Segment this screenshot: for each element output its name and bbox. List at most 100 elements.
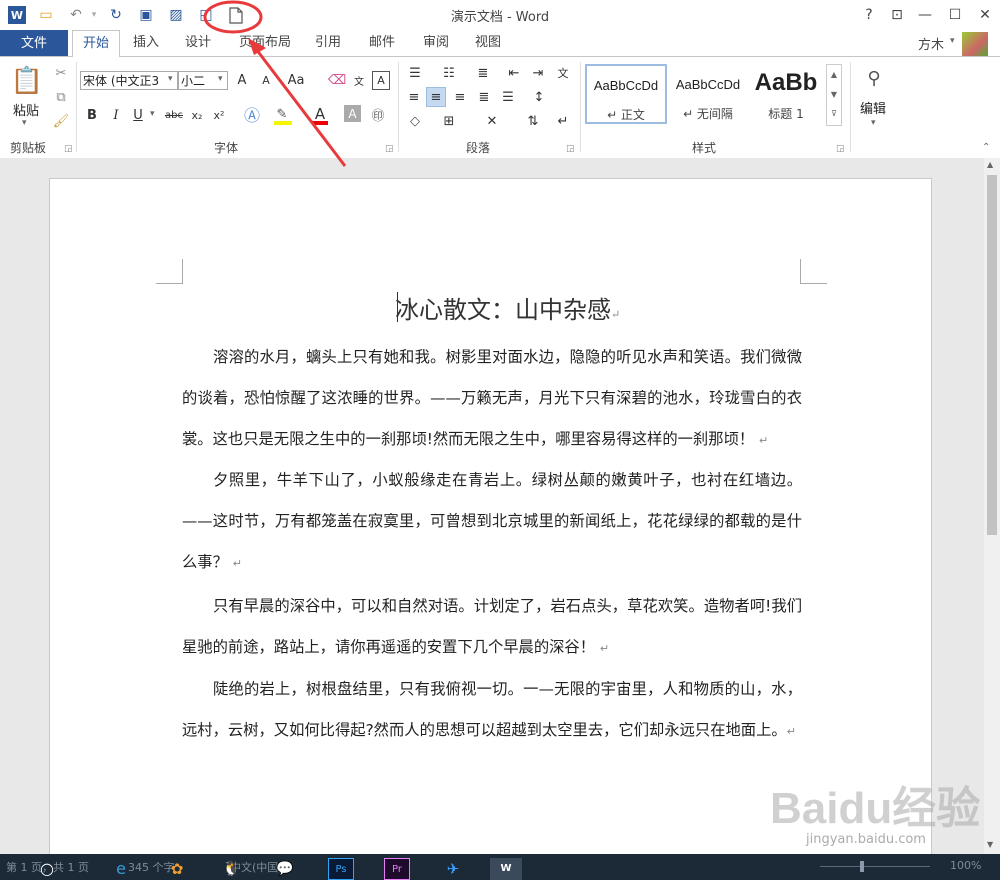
format-painter-icon[interactable]: 🖌 [52,112,70,130]
feishu-icon[interactable]: ✈ [440,858,466,880]
undo-icon[interactable]: ↶ [66,6,86,24]
underline-dropdown-icon[interactable]: ▾ [150,109,155,119]
cut-icon[interactable]: ✂ [52,64,70,82]
superscript-button[interactable]: x² [210,106,228,124]
new-document-icon[interactable] [226,6,246,24]
align-center-icon[interactable]: ≡ [426,87,446,107]
save-as-icon[interactable]: ▨ [166,6,186,24]
sort-icon[interactable]: ⇅ [524,112,542,130]
asian-typography-icon[interactable]: ✕ [480,112,504,130]
enclose-characters-icon[interactable]: ㊞ [368,104,388,124]
print-preview-icon[interactable]: ◱ [196,6,216,24]
paste-button[interactable]: 粘贴 [13,100,39,119]
paste-dropdown-icon[interactable]: ▾ [22,118,27,128]
editing-button[interactable]: 编辑 [860,98,886,117]
decrease-indent-icon[interactable]: ⇤ [504,64,524,82]
save-icon[interactable]: ▣ [136,6,156,24]
zoom-slider[interactable] [820,866,930,867]
character-shading-icon[interactable]: A [344,105,361,122]
help-button[interactable]: ? [858,5,880,25]
tab-review[interactable]: 审阅 [416,30,456,56]
style-normal[interactable]: AaBbCcDd ↵ 正文 [585,64,667,124]
style-no-spacing[interactable]: AaBbCcDd ↵ 无间隔 [667,64,749,124]
qq-icon[interactable]: 🐧 [218,858,244,880]
edge-icon[interactable]: e [108,858,134,880]
subscript-button[interactable]: x₂ [188,106,206,124]
line-spacing-icon[interactable]: ↕ [528,88,550,106]
paragraph-4[interactable]: 陡绝的岩上，树根盘结里，只有我俯视一切。一—无限的宇宙里，人和物质的山，水，远村… [182,669,802,752]
paragraph-1[interactable]: 溶溶的水月，螭头上只有她和我。树影里对面水边，隐隐的听见水声和笑语。我们微微的谈… [182,337,802,461]
tab-references[interactable]: 引用 [308,30,348,56]
tab-mailings[interactable]: 邮件 [362,30,402,56]
premiere-icon[interactable]: Pr [384,858,410,880]
word-logo-icon[interactable]: W [8,6,26,24]
styles-dialog-launcher-icon[interactable]: ◲ [836,144,845,154]
photoshop-icon[interactable]: Ps [328,858,354,880]
styles-gallery-scroll[interactable]: ▲ ▼ ⊽ [826,64,842,126]
redo-icon[interactable]: ↻ [106,6,126,24]
bold-button[interactable]: B [84,106,100,124]
show-marks-icon[interactable]: ↵ [554,112,572,130]
scroll-down-icon[interactable]: ▼ [987,840,993,849]
word-icon[interactable]: W [490,858,522,880]
font-name-dropdown-icon[interactable]: ▾ [168,74,173,84]
grow-font-button[interactable]: A [234,71,250,90]
italic-button[interactable]: I [108,106,124,124]
close-button[interactable]: ✕ [974,5,996,25]
user-name[interactable]: 方木 [918,34,944,53]
align-right-icon[interactable]: ≡ [450,88,470,106]
distributed-icon[interactable]: ☰ [498,88,518,106]
tab-design[interactable]: 设计 [178,30,218,56]
numbering-icon[interactable]: ☷ [438,64,460,82]
font-size-dropdown-icon[interactable]: ▾ [218,74,223,84]
paragraph-2[interactable]: 夕照里，牛羊下山了，小蚁般缘走在青岩上。绿树丛颠的嫩黄叶子，也衬在红墙边。——这… [182,460,802,584]
zoom-slider-thumb[interactable] [860,861,864,872]
clear-formatting-icon[interactable]: ⌫ [328,71,346,90]
tab-home[interactable]: 开始 [72,30,120,57]
minimize-button[interactable]: — [914,5,936,25]
file-tab[interactable]: 文件 [0,30,68,57]
scroll-up-icon[interactable]: ▲ [987,160,993,169]
borders-icon[interactable]: ⊞ [438,112,460,130]
tab-view[interactable]: 视图 [468,30,508,56]
ribbon-display-button[interactable]: ⊡ [886,5,908,25]
phonetic-guide-icon[interactable]: 文 [350,71,368,90]
underline-button[interactable]: U [130,106,146,124]
paragraph-3[interactable]: 只有早晨的深谷中，可以和自然对语。计划定了，岩石点头，草花欢笑。造物者呵!我们星… [182,586,802,669]
search-icon[interactable]: ○ [34,858,60,880]
user-dropdown-icon[interactable]: ▾ [950,36,955,46]
collapse-ribbon-icon[interactable]: ⌃ [982,142,990,153]
shrink-font-button[interactable]: A [258,71,274,90]
open-folder-icon[interactable]: ▭ [36,6,56,24]
tab-insert[interactable]: 插入 [126,30,166,56]
gallery-up-icon[interactable]: ▲ [827,65,841,85]
undo-dropdown-icon[interactable]: ▾ [84,6,104,24]
text-effects-icon[interactable]: Ⓐ [242,104,262,125]
change-case-button[interactable]: Aa [286,71,306,90]
strikethrough-button[interactable]: abc [162,106,186,124]
align-left-icon[interactable]: ≡ [404,88,424,106]
style-heading-1[interactable]: AaBb 标题 1 [749,64,823,124]
shading-icon[interactable]: ◇ [404,112,426,130]
font-dialog-launcher-icon[interactable]: ◲ [385,144,394,154]
multilevel-list-icon[interactable]: ≣ [472,64,494,82]
tab-page-layout[interactable]: 页面布局 [230,30,300,56]
gallery-more-icon[interactable]: ⊽ [827,105,841,123]
chinese-layout-icon[interactable]: 文 [552,64,574,82]
scrollbar-thumb[interactable] [987,175,997,535]
paragraph-dialog-launcher-icon[interactable]: ◲ [566,144,575,154]
wechat-icon[interactable]: 💬 [272,858,298,880]
photos-icon[interactable]: ✿ [164,858,190,880]
gallery-down-icon[interactable]: ▼ [827,85,841,105]
clipboard-dialog-launcher-icon[interactable]: ◲ [64,144,73,154]
editing-dropdown-icon[interactable]: ▾ [871,118,876,128]
paste-icon[interactable]: 📋 [10,64,44,98]
increase-indent-icon[interactable]: ⇥ [528,64,548,82]
avatar[interactable] [962,32,988,56]
bullets-icon[interactable]: ☰ [404,64,426,82]
copy-icon[interactable]: ⧉ [52,88,70,106]
maximize-button[interactable]: ☐ [944,5,966,25]
zoom-level[interactable]: 100% [950,859,981,872]
justify-icon[interactable]: ≣ [474,88,494,106]
document-heading[interactable]: 冰心散文：山中杂感↵ [395,290,620,325]
